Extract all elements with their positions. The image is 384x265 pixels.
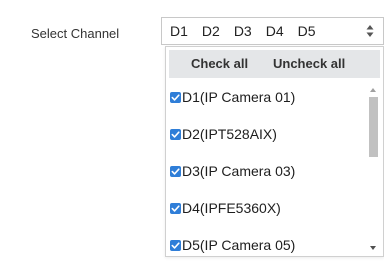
channel-item-label: D4(IPFE5360X): [182, 200, 281, 216]
channel-item[interactable]: D3(IP Camera 03): [170, 161, 295, 181]
channel-item-label: D1(IP Camera 01): [182, 89, 296, 105]
selected-channel-tag: D1: [170, 23, 188, 39]
checkbox-checked-icon[interactable]: [170, 91, 181, 103]
checkbox-checked-icon[interactable]: [170, 239, 181, 251]
checkbox-checked-icon[interactable]: [170, 165, 181, 177]
selected-channel-tag: D4: [265, 23, 284, 39]
scroll-down-arrow-icon[interactable]: [370, 246, 376, 250]
selected-channels: D1 D2 D3 D4 D5: [170, 22, 330, 40]
dropdown-header: Check all Uncheck all: [169, 50, 380, 78]
selected-channel-tag: D3: [233, 23, 252, 39]
channel-select[interactable]: D1 D2 D3 D4 D5: [161, 17, 384, 45]
channel-item-label: D2(IPT528AIX): [182, 126, 277, 142]
channel-item[interactable]: D1(IP Camera 01): [170, 87, 295, 107]
scroll-up-arrow-icon[interactable]: [370, 88, 376, 92]
channel-item[interactable]: D2(IPT528AIX): [170, 124, 277, 144]
checkbox-checked-icon[interactable]: [170, 128, 181, 140]
channel-dropdown: Check all Uncheck all D1(IP Camera 01) D…: [165, 46, 384, 257]
channel-item-label: D3(IP Camera 03): [182, 163, 296, 179]
uncheck-all-button[interactable]: Uncheck all: [273, 56, 345, 72]
selected-channel-tag: D5: [297, 23, 316, 39]
selected-channel-tag: D2: [201, 23, 220, 39]
channel-item[interactable]: D5(IP Camera 05): [170, 235, 295, 255]
check-all-button[interactable]: Check all: [191, 56, 248, 72]
channel-item-label: D5(IP Camera 05): [182, 237, 296, 253]
scrollbar-thumb[interactable]: [369, 97, 378, 157]
checkbox-checked-icon[interactable]: [170, 202, 181, 214]
channel-item[interactable]: D4(IPFE5360X): [170, 198, 281, 218]
up-down-spinner-icon[interactable]: [366, 24, 374, 38]
dropdown-scrollbar[interactable]: [364, 83, 383, 256]
channel-selector-page: Select Channel D1 D2 D3 D4 D5 Check all …: [0, 0, 384, 265]
select-channel-label: Select Channel: [31, 26, 120, 41]
